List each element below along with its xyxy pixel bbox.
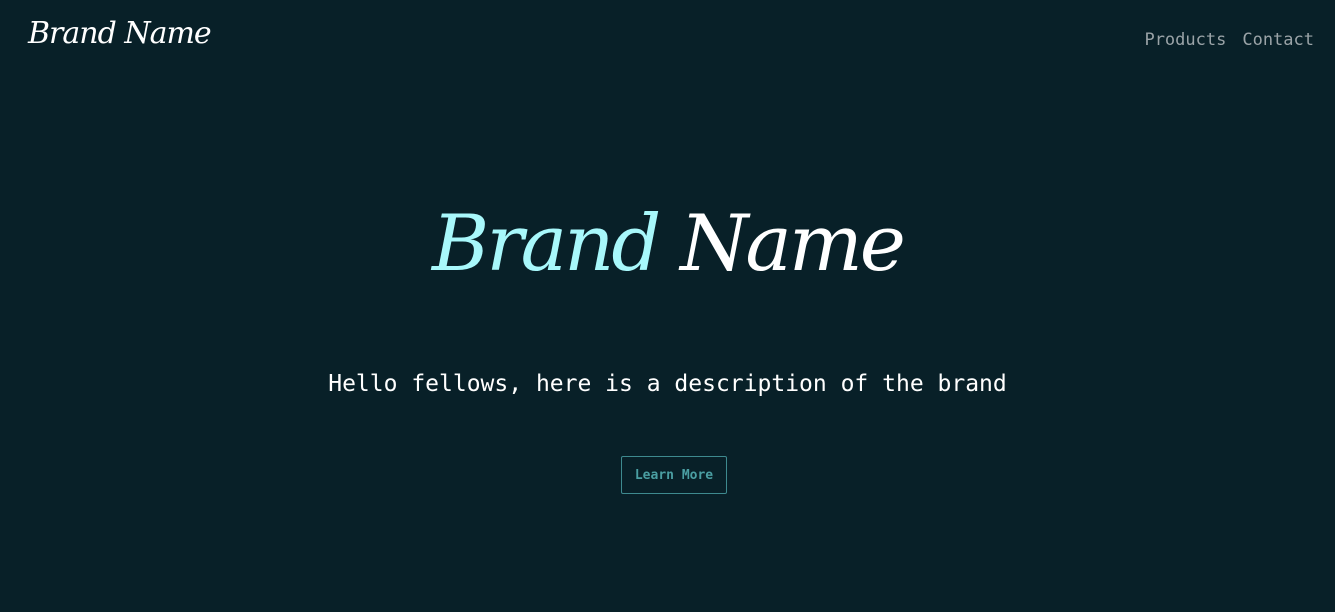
hero-title-word-name: Name [680, 199, 906, 289]
hero-title-word-brand: Brand [432, 199, 661, 289]
hero-description: Hello fellows, here is a description of … [328, 371, 1007, 397]
learn-more-button[interactable]: Learn More [621, 456, 727, 494]
header-logo[interactable]: Brand Name [28, 14, 212, 54]
nav-link-products[interactable]: Products [1144, 29, 1226, 51]
nav-link-contact[interactable]: Contact [1242, 29, 1314, 51]
header-nav: Products Contact [1144, 29, 1314, 51]
hero-title: Brand Name [0, 196, 1335, 292]
